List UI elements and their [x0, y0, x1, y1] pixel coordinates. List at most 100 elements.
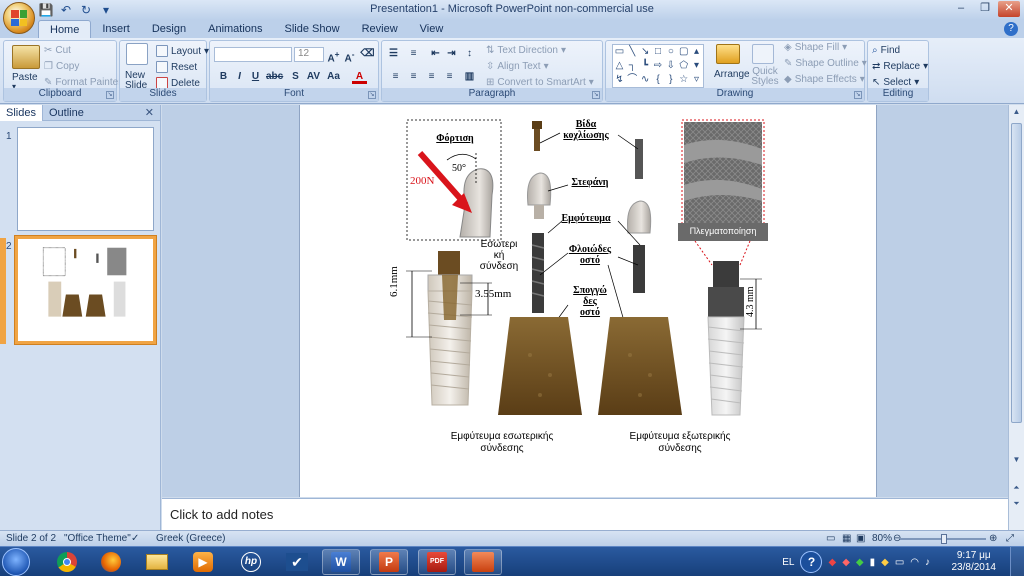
gallery-up-icon[interactable]: ▴ [690, 45, 703, 59]
volume-icon[interactable]: ♪ [925, 557, 930, 568]
elbow-shape-icon[interactable]: ┐ [626, 59, 639, 73]
decrease-indent-icon[interactable]: ⇤ [428, 47, 443, 61]
replace-button[interactable]: ⇄ Replace ▾ [872, 61, 928, 72]
shape-effects-button[interactable]: ◆ Shape Effects ▾ [784, 74, 865, 85]
shadow-icon[interactable]: S [288, 70, 303, 84]
align-center-icon[interactable]: ≡ [406, 70, 421, 84]
clock[interactable]: 9:17 μμ 23/8/2014 [952, 550, 997, 574]
checkmark-app-icon[interactable]: ✔ [278, 549, 316, 575]
scroll-up-icon[interactable]: ▲ [1011, 107, 1022, 119]
layout-button[interactable]: Layout ▾ [156, 45, 209, 57]
zoom-level[interactable]: 80% [872, 533, 892, 544]
shapes-gallery[interactable]: ▭ ╲ ↘ □ ○ ▢ ▴ △ ┐ ┗ ⇨ ⇩ ⬠ ▾ ↯ ⌒ ∿{} ☆ ▿ [612, 44, 704, 88]
wifi-icon[interactable]: ◠ [910, 557, 919, 568]
chrome-icon[interactable] [48, 549, 86, 575]
word-icon[interactable]: W [322, 549, 360, 575]
clear-formatting-icon[interactable]: ⌫ [360, 47, 375, 61]
underline-icon[interactable]: U [248, 70, 263, 84]
tab-view[interactable]: View [409, 20, 455, 38]
format-painter-button[interactable]: ✎ Format Painter [44, 77, 122, 88]
fit-to-window-icon[interactable]: ⤢ [1006, 533, 1014, 544]
zoom-in-icon[interactable]: ⊕ [989, 533, 997, 544]
previous-slide-icon[interactable]: ⏶ [1011, 483, 1022, 495]
change-case-icon[interactable]: Aa [326, 70, 341, 84]
align-text-button[interactable]: ⇳ Align Text ▾ [486, 61, 549, 72]
shape-fill-button[interactable]: ◈ Shape Fill ▾ [784, 42, 847, 53]
minimize-button[interactable]: ‒ [950, 1, 972, 17]
bullets-icon[interactable]: ☰ [386, 47, 401, 61]
grow-font-icon[interactable]: A+ [326, 47, 341, 64]
tray-icon-4[interactable]: ◆ [881, 557, 889, 568]
slideshow-view-icon[interactable]: ▣ [856, 533, 865, 544]
font-size-box[interactable]: 12 [294, 47, 324, 62]
zoom-slider-thumb[interactable] [941, 534, 947, 544]
font-color-icon[interactable]: A [352, 70, 367, 84]
cut-button[interactable]: ✂ Cut [44, 45, 71, 56]
increase-indent-icon[interactable]: ⇥ [444, 47, 459, 61]
reset-button[interactable]: Reset [156, 61, 197, 73]
slide-thumbnail-2[interactable] [15, 236, 156, 344]
show-desktop-button[interactable] [1010, 547, 1024, 576]
tray-icon-3[interactable]: ◆ [856, 557, 864, 568]
tab-slides[interactable]: Slides [0, 104, 43, 121]
font-family-box[interactable] [214, 47, 292, 62]
hp-icon[interactable]: hp [232, 549, 270, 575]
right-arrow-shape-icon[interactable]: ⇨ [652, 59, 665, 73]
rectangle-shape-icon[interactable]: □ [652, 45, 665, 59]
shrink-font-icon[interactable]: A- [342, 47, 357, 64]
strikethrough-icon[interactable]: abc [266, 70, 283, 84]
arrange-button[interactable]: Arrange [714, 69, 750, 80]
connector-shape-icon[interactable]: ┗ [639, 59, 652, 73]
char-spacing-icon[interactable]: AV [306, 70, 321, 84]
tab-design[interactable]: Design [141, 20, 197, 38]
oval-shape-icon[interactable]: ○ [664, 45, 677, 59]
star-shape-icon[interactable]: ☆ [677, 73, 690, 87]
start-button[interactable] [2, 548, 30, 576]
scribble-shape-icon[interactable]: ∿ [639, 73, 652, 87]
arrow-shape-icon[interactable]: ↘ [639, 45, 652, 59]
language-bar[interactable]: EL [782, 557, 794, 568]
current-slide[interactable]: Φόρτιση 200N 50° Βίδα κοχλίωσης Στεφάνη Ε… [299, 105, 877, 497]
network-icon[interactable]: ▮ [870, 557, 876, 568]
justify-icon[interactable]: ≡ [442, 70, 457, 84]
select-button[interactable]: ↖ Select ▾ [872, 77, 919, 88]
gallery-down-icon[interactable]: ▾ [690, 59, 703, 73]
convert-smartart-button[interactable]: ⊞ Convert to SmartArt ▾ [486, 77, 594, 88]
find-button[interactable]: ⌕ Find [872, 45, 900, 56]
scroll-thumb[interactable] [1011, 123, 1022, 423]
align-left-icon[interactable]: ≡ [388, 70, 403, 84]
numbering-icon[interactable]: ≡ [406, 47, 421, 61]
next-slide-icon[interactable]: ⏷ [1011, 499, 1022, 511]
tab-review[interactable]: Review [351, 20, 409, 38]
pentagon-shape-icon[interactable]: ⬠ [677, 59, 690, 73]
firefox-icon[interactable] [92, 549, 130, 575]
line-spacing-icon[interactable]: ↕ [462, 47, 477, 61]
text-direction-button[interactable]: ⇅ Text Direction ▾ [486, 45, 566, 56]
brace-right-shape-icon[interactable]: } [664, 73, 677, 87]
language-indicator[interactable]: Greek (Greece) [156, 533, 225, 544]
clipboard-launcher-icon[interactable]: ↘ [106, 91, 114, 99]
bold-icon[interactable]: B [216, 70, 231, 84]
curve-shape-icon[interactable]: ↯ [613, 73, 626, 87]
italic-icon[interactable]: I [232, 70, 247, 84]
file-explorer-icon[interactable] [138, 549, 176, 575]
pdf-app-icon[interactable]: PDF [418, 549, 456, 575]
slide-sorter-icon[interactable]: ▦ [842, 533, 851, 544]
gallery-more-icon[interactable]: ▿ [690, 73, 703, 87]
font-launcher-icon[interactable]: ↘ [368, 91, 376, 99]
spelling-check-icon[interactable]: ✓ [131, 533, 139, 544]
help-icon[interactable]: ? [1004, 22, 1018, 36]
restore-button[interactable]: ❐ [974, 1, 996, 17]
normal-view-icon[interactable]: ▭ [826, 533, 835, 544]
shape-outline-button[interactable]: ✎ Shape Outline ▾ [784, 58, 867, 69]
tab-animations[interactable]: Animations [197, 20, 273, 38]
line-shape-icon[interactable]: ╲ [626, 45, 639, 59]
scroll-down-icon[interactable]: ▼ [1011, 455, 1022, 467]
columns-icon[interactable]: ▥ [462, 70, 477, 84]
brace-left-shape-icon[interactable]: { [652, 73, 665, 87]
rounded-rect-shape-icon[interactable]: ▢ [677, 45, 690, 59]
office-button[interactable] [3, 2, 35, 34]
copy-button[interactable]: ❐ Copy [44, 61, 79, 72]
textbox-shape-icon[interactable]: ▭ [613, 45, 626, 59]
drawing-launcher-icon[interactable]: ↘ [854, 91, 862, 99]
